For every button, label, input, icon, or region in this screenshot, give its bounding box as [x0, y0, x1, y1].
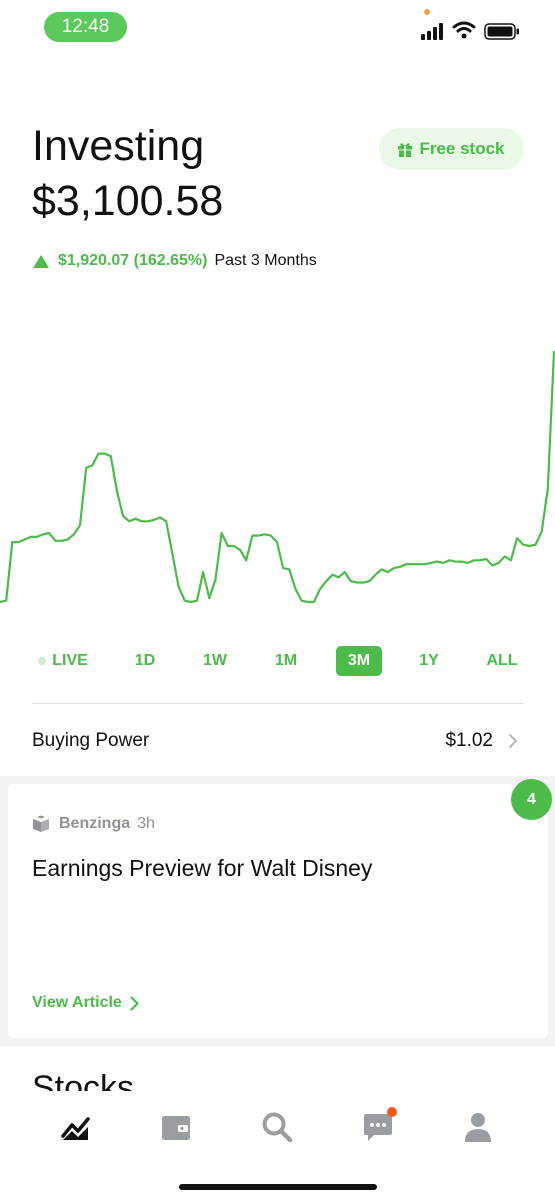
wifi-icon — [452, 21, 476, 39]
portfolio-chart[interactable] — [0, 290, 555, 620]
news-source-name: Benzinga — [59, 815, 131, 832]
chevron-right-icon — [130, 995, 139, 1011]
range-live[interactable]: LIVE — [33, 646, 93, 676]
status-time[interactable]: 12:48 — [44, 12, 127, 42]
status-bar: 12:48 — [0, 0, 555, 56]
wallet-icon — [162, 1116, 190, 1140]
change-period: Past 3 Months — [214, 252, 317, 269]
free-stock-button[interactable]: Free stock — [379, 128, 524, 170]
chart-series-line — [0, 350, 555, 604]
tab-search[interactable] — [257, 1109, 297, 1145]
range-live-label: LIVE — [52, 652, 88, 669]
news-headline[interactable]: Earnings Preview for Walt Disney — [32, 855, 372, 882]
change-value: $1,920.07 (162.65%) — [58, 252, 208, 269]
range-all[interactable]: ALL — [482, 646, 522, 676]
view-article-label: View Article — [32, 994, 122, 1011]
range-1m[interactable]: 1M — [267, 646, 305, 676]
up-arrow-icon — [33, 254, 49, 268]
performance-change: $1,920.07 (162.65%) Past 3 Months — [33, 252, 317, 270]
search-icon — [262, 1112, 293, 1143]
cellular-signal-icon — [421, 23, 443, 40]
divider — [32, 703, 524, 704]
news-source-icon — [33, 815, 49, 832]
battery-icon — [484, 23, 519, 40]
home-indicator — [179, 1184, 377, 1190]
tab-wallet[interactable] — [156, 1109, 196, 1145]
time-range-selector: LIVE 1D 1W 1M 3M 1Y ALL — [0, 646, 555, 678]
live-indicator-dot — [38, 657, 47, 665]
buying-power-label: Buying Power — [32, 730, 150, 751]
notification-dot — [387, 1107, 397, 1117]
buying-power-value: $1.02 — [445, 730, 493, 751]
chart-icon — [61, 1117, 90, 1140]
account-icon — [465, 1113, 491, 1142]
chevron-right-icon — [509, 734, 517, 748]
view-article-link[interactable]: View Article — [32, 994, 139, 1012]
gift-icon — [398, 142, 413, 157]
range-1w[interactable]: 1W — [196, 646, 234, 676]
tab-portfolio[interactable] — [56, 1109, 96, 1145]
portfolio-balance: $3,100.58 — [32, 177, 224, 225]
tab-account[interactable] — [458, 1109, 498, 1145]
page-title: Investing — [32, 122, 205, 170]
range-1d[interactable]: 1D — [127, 646, 163, 676]
tab-messages[interactable] — [358, 1107, 398, 1145]
free-stock-label: Free stock — [419, 139, 505, 158]
news-source: Benzinga 3h — [32, 815, 155, 833]
buying-power-row[interactable]: Buying Power $1.02 — [0, 716, 555, 766]
news-timestamp: 3h — [137, 815, 155, 832]
privacy-indicator-dot — [424, 9, 430, 15]
portfolio-header: Investing $3,100.58 — [32, 122, 223, 225]
range-3m[interactable]: 3M — [336, 646, 382, 676]
news-count-badge[interactable]: 4 — [511, 779, 552, 820]
stocks-section-heading: Stocks — [32, 1069, 135, 1091]
range-1y[interactable]: 1Y — [411, 646, 447, 676]
